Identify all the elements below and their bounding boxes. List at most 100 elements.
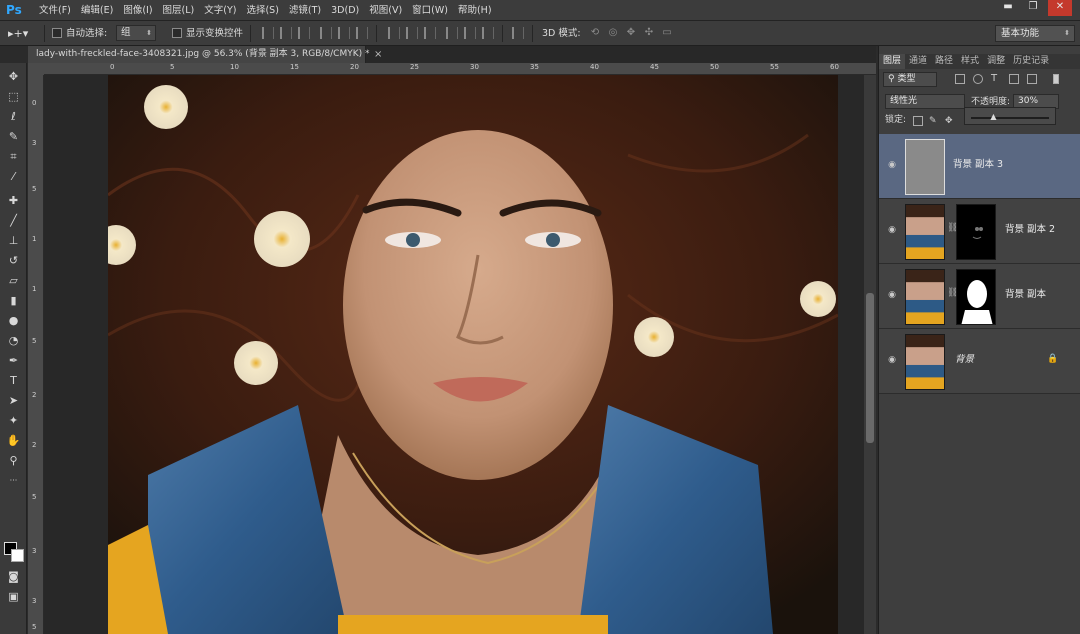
document-canvas[interactable] [108,75,838,634]
distribute-bottom-icon[interactable] [424,27,436,39]
distribute-hcenter-icon[interactable] [464,27,476,39]
type-tool-icon[interactable]: T [5,373,22,389]
menu-layer[interactable]: 图层(L) [158,0,200,21]
quick-mask-icon[interactable]: ◙ [5,569,22,585]
filter-pixel-icon[interactable] [955,74,965,84]
distribute-top-icon[interactable] [388,27,400,39]
menu-window[interactable]: 窗口(W) [407,0,453,21]
drag-3d-icon[interactable]: ✥ [624,26,638,40]
menu-help[interactable]: 帮助(H) [453,0,497,21]
tab-adjustments[interactable]: 调整 [983,54,1009,69]
workspace-dropdown[interactable]: 基本功能 ⬍ [995,25,1075,42]
zoom-tool-icon[interactable]: ⚲ [5,453,22,469]
scrollbar-thumb[interactable] [866,293,874,443]
tab-layers[interactable]: 图层 [879,54,906,69]
minimize-button[interactable]: ▬ [996,0,1020,16]
align-right-icon[interactable] [356,27,368,39]
align-top-icon[interactable] [262,27,274,39]
menu-3d[interactable]: 3D(D) [326,0,364,21]
lasso-tool-icon[interactable]: ℓ [5,109,22,125]
scale-3d-icon[interactable]: ▭ [660,26,674,40]
layer-row[interactable]: ◉ ⛓ 背景 副本 2 [879,199,1080,264]
lock-position-icon[interactable]: ✥ [945,116,955,126]
close-button[interactable]: ✕ [1048,0,1072,16]
menu-type[interactable]: 文字(Y) [199,0,241,21]
eyedropper-tool-icon[interactable]: ⁄ [5,169,22,185]
roll-3d-icon[interactable]: ◎ [606,26,620,40]
eye-icon[interactable]: ◉ [886,159,898,171]
slide-3d-icon[interactable]: ✣ [642,26,656,40]
align-vcenter-icon[interactable] [280,27,292,39]
layer-row[interactable]: ◉ 背景 🔒 [879,329,1080,394]
menu-view[interactable]: 视图(V) [364,0,407,21]
lock-transparent-icon[interactable] [913,116,923,126]
vertical-scrollbar[interactable] [864,75,876,634]
screen-mode-icon[interactable]: ▣ [5,589,22,605]
ruler-label: 3 [32,547,37,555]
distribute-vcenter-icon[interactable] [406,27,418,39]
opacity-slider-knob[interactable]: ▲ [990,112,996,121]
auto-select-checkbox[interactable] [52,28,62,38]
healing-brush-tool-icon[interactable]: ✚ [5,193,22,209]
menu-edit[interactable]: 编辑(E) [76,0,118,21]
more-tools-icon[interactable]: ··· [5,473,22,489]
align-bottom-icon[interactable] [298,27,310,39]
brush-tool-icon[interactable]: ╱ [5,213,22,229]
layer-mask-thumbnail [956,269,996,325]
opacity-slider-track[interactable] [971,117,1049,119]
close-tab-icon[interactable]: × [374,46,382,63]
move-tool-preset-icon[interactable]: ▸+▾ [8,25,36,42]
layer-row[interactable]: ◉ ⛓ 背景 副本 [879,264,1080,329]
pen-tool-icon[interactable]: ✒ [5,353,22,369]
distribute-right-icon[interactable] [482,27,494,39]
eraser-tool-icon[interactable]: ▱ [5,273,22,289]
menu-select[interactable]: 选择(S) [241,0,283,21]
background-color-swatch[interactable] [11,549,24,562]
menu-file[interactable]: 文件(F) [34,0,76,21]
hand-tool-icon[interactable]: ✋ [5,433,22,449]
vertical-ruler[interactable]: 0 3 5 1 1 5 2 2 5 3 3 5 [28,75,44,634]
eye-icon[interactable]: ◉ [886,354,898,366]
layer-row[interactable]: ◉ 背景 副本 3 [879,134,1080,199]
blend-mode-dropdown[interactable]: 线性光 [885,94,965,109]
menu-filter[interactable]: 滤镜(T) [284,0,326,21]
horizontal-ruler[interactable]: 0 5 10 15 20 25 30 35 40 45 50 55 60 [44,63,876,75]
document-tab[interactable]: lady-with-freckled-face-3408321.jpg @ 56… [28,46,370,63]
blur-tool-icon[interactable]: ● [5,313,22,329]
distribute-left-icon[interactable] [446,27,458,39]
tab-history[interactable]: 历史记录 [1009,54,1053,69]
clone-stamp-tool-icon[interactable]: ⊥ [5,233,22,249]
menu-image[interactable]: 图像(I) [118,0,157,21]
rotate-3d-icon[interactable]: ⟲ [588,26,602,40]
quick-select-tool-icon[interactable]: ✎ [5,129,22,145]
opacity-slider-popup[interactable]: ▲ [964,107,1056,125]
history-brush-tool-icon[interactable]: ↺ [5,253,22,269]
filter-toggle-icon[interactable] [1053,74,1059,84]
tab-styles[interactable]: 样式 [957,54,983,69]
auto-select-dropdown[interactable]: 组 ⬍ [116,25,156,41]
path-select-tool-icon[interactable]: ➤ [5,393,22,409]
ruler-origin[interactable] [28,63,44,75]
tab-channels[interactable]: 通道 [905,54,931,69]
gradient-tool-icon[interactable]: ▮ [5,293,22,309]
dodge-tool-icon[interactable]: ◔ [5,333,22,349]
eye-icon[interactable]: ◉ [886,224,898,236]
align-left-icon[interactable] [320,27,332,39]
filter-smart-object-icon[interactable] [1027,74,1037,84]
filter-type-dropdown[interactable]: ⚲ 类型 [883,72,937,87]
crop-tool-icon[interactable]: ⌗ [5,149,22,165]
filter-adjustment-icon[interactable] [973,74,983,84]
tab-paths[interactable]: 路径 [931,54,957,69]
canvas-area[interactable] [44,75,864,634]
restore-button[interactable]: ❐ [1021,0,1045,16]
filter-shape-icon[interactable] [1009,74,1019,84]
show-transform-checkbox[interactable] [172,28,182,38]
eye-icon[interactable]: ◉ [886,289,898,301]
filter-type-icon[interactable]: T [991,74,1001,84]
align-hcenter-icon[interactable] [338,27,350,39]
move-tool-icon[interactable]: ✥ [5,69,22,85]
auto-align-icon[interactable] [512,27,524,39]
marquee-tool-icon[interactable]: ⬚ [5,89,22,105]
lock-pixels-icon[interactable]: ✎ [929,116,939,126]
shape-tool-icon[interactable]: ✦ [5,413,22,429]
